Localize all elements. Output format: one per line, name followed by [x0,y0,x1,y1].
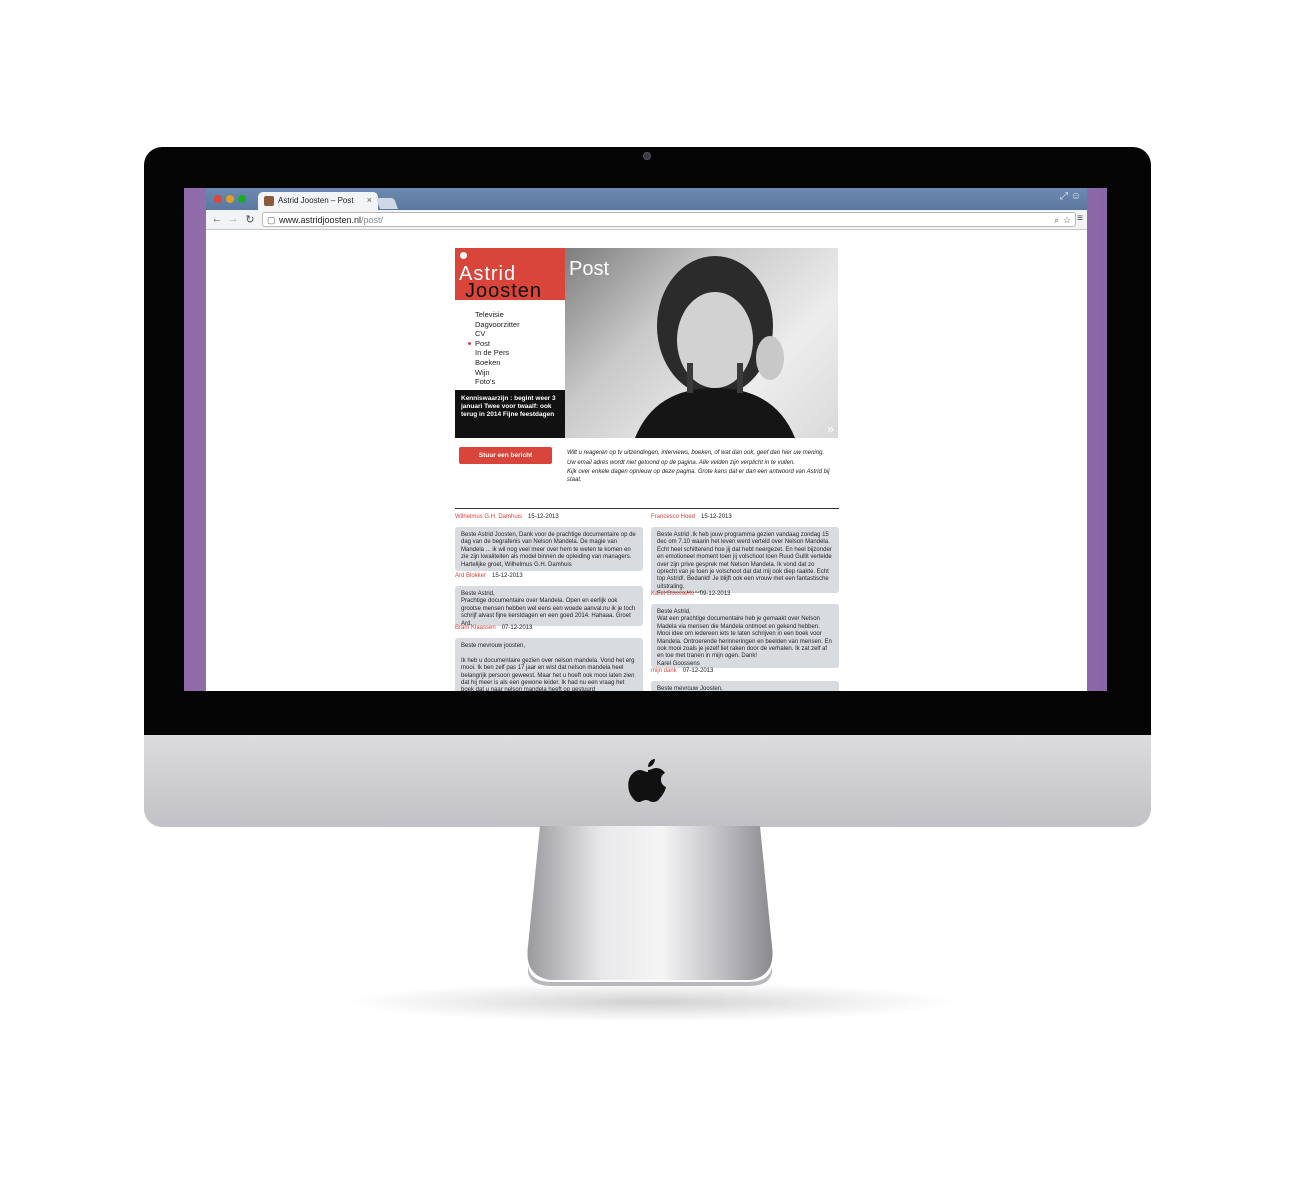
post-meta: Ard Blokker 15-12-2013 [455,573,523,580]
stand-shadow [340,982,960,1022]
browser-window: Astrid Joosten – Post × ⤢ ☺ ← → ↻ ▢ www.… [206,188,1087,691]
next-slide-icon[interactable]: » [827,422,834,436]
post-bubble: Beste Astrid, Prachtige documentaire ove… [455,586,643,626]
section-divider [455,508,839,509]
tab-post[interactable]: Astrid Joosten – Post × [258,192,378,210]
tab-close-icon[interactable]: × [367,195,372,205]
post-meta: Francesco Hoed 15-12-2013 [651,514,732,521]
intro-text: Wilt u reageren op tv uitzendingen, inte… [567,450,835,486]
nav-item-boeken[interactable]: Boeken [475,358,520,368]
post-bubble: Beste Astrid .Ik heb jouw programma gezi… [651,527,839,593]
hero-title: Post [569,258,610,280]
post-author[interactable]: Wilhelmus G.H. Damhuis [455,514,522,520]
post-date: 07-12-2013 [501,625,533,631]
favicon-icon [264,196,274,206]
scene: Astrid Joosten – Post × ⤢ ☺ ← → ↻ ▢ www.… [0,0,1300,1200]
new-tab-button[interactable] [375,198,399,209]
intro-line-2: Uw email adres wordt niet getoond op de … [567,459,795,466]
news-box[interactable]: Kenniswaarzijn : begint weer 3 januari T… [455,390,565,438]
intro-line-3: Kijk over enkele dagen opnieuw op deze p… [567,469,830,483]
post-author[interactable]: Karel Goossens [651,591,694,597]
nav-item-cv[interactable]: CV [475,329,520,339]
post-date: 15-12-2013 [528,514,559,520]
logo-dot [460,252,467,259]
bookmark-star-icon[interactable]: ☆ [1063,215,1071,226]
nav-item-wijn[interactable]: Wijn [475,368,520,378]
hero-image: Post » [565,248,838,438]
url-path: /post/ [361,215,384,225]
search-icon[interactable]: ⌕ [1054,215,1059,226]
nav-item-dagvoorzitter[interactable]: Dagvoorzitter [475,320,520,330]
nav-item-post[interactable]: Post [468,339,520,349]
user-icon[interactable]: ⤢ ☺ [1060,191,1081,202]
tab-bar: Astrid Joosten – Post × ⤢ ☺ [206,188,1087,210]
post-bubble: Beste mevrouw joosten, Ik heb u document… [455,638,643,691]
intro-line-1: Wilt u reageren op tv uitzendingen, inte… [567,450,825,456]
post-bubble: Beste Astrid Joosten, Dank voor de prach… [455,527,643,571]
apple-logo-icon [628,759,666,802]
post-date: 15-12-2013 [701,514,732,520]
address-bar[interactable]: ▢ www.astridjoosten.nl/post/ ⌕ ☆ [262,212,1076,227]
url-host: www.astridjoosten.nl [279,215,362,225]
post-meta: Bram Klaassen 07-12-2013 [455,625,532,632]
nav-item-televisie[interactable]: Televisie [475,310,520,320]
logo-last-name: Joosten [465,280,543,302]
main-nav: Televisie Dagvoorzitter CV Post In de Pe… [468,310,520,387]
post-bubble: Beste Astrid, Wat een prachtige document… [651,604,839,668]
minimize-window-button[interactable] [226,195,234,203]
nav-item-in-de-pers[interactable]: In de Pers [475,348,520,358]
zoom-window-button[interactable] [238,195,246,203]
post-author[interactable]: Bram Klaassen [455,625,496,631]
imac-stand [527,826,773,986]
forward-button[interactable]: → [226,213,240,225]
logo-underline [551,299,563,300]
post-meta: Karel Goossens 09-12-2013 [651,591,730,598]
post-author[interactable]: mijn dank [651,668,677,674]
close-window-button[interactable] [214,195,222,203]
tab-title: Astrid Joosten – Post [278,196,354,205]
post-bubble: Beste mevrouw Joosten, [651,681,839,691]
post-date: 15-12-2013 [492,573,523,579]
browser-toolbar: ← → ↻ ▢ www.astridjoosten.nl/post/ ⌕ ☆ ≡ [206,210,1087,230]
sidebar: Astrid Joosten Televisie Dagvoorzitter C… [455,248,565,438]
post-author[interactable]: Francesco Hoed [651,514,695,520]
reload-button[interactable]: ↻ [243,213,257,226]
send-message-button[interactable]: Stuur een bericht [459,447,552,464]
imac-chin [144,735,1151,827]
post-author[interactable]: Ard Blokker [455,573,486,579]
camera-icon [643,152,651,160]
post-meta: Wilhelmus G.H. Damhuis 15-12-2013 [455,514,559,521]
screen: Astrid Joosten – Post × ⤢ ☺ ← → ↻ ▢ www.… [184,188,1107,691]
post-date: 09-12-2013 [699,591,731,597]
back-button[interactable]: ← [210,213,224,225]
menu-icon[interactable]: ≡ [1077,213,1083,224]
post-date: 07-12-2013 [682,668,714,674]
page-icon: ▢ [267,215,276,225]
post-meta: mijn dank 07-12-2013 [651,668,713,675]
nav-item-fotos[interactable]: Foto's [475,377,520,387]
